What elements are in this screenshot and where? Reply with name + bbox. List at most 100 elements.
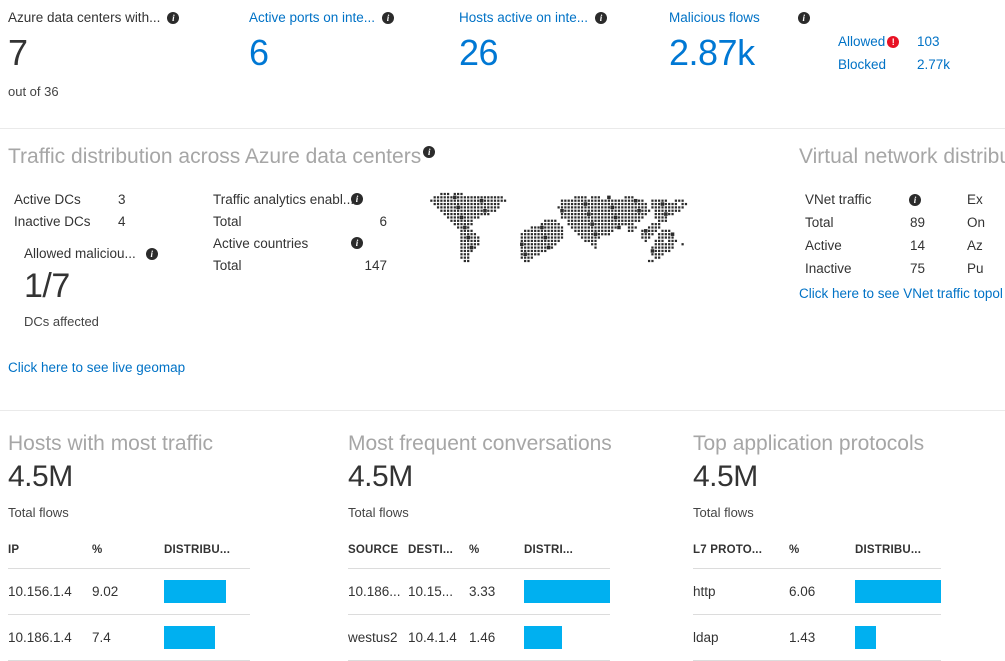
- column-header-source[interactable]: SOURCE: [348, 544, 408, 569]
- table-header-row: L7 PROTO... % DISTRIBU...: [693, 544, 941, 569]
- info-icon[interactable]: i: [595, 12, 607, 24]
- stat-key: VNet traffic: [805, 192, 891, 207]
- kpi-label: Hosts active on inte... i: [459, 10, 607, 25]
- breakdown-label: Allowed !: [838, 34, 904, 49]
- kpi-strip: Azure data centers with... i 7 out of 36…: [0, 0, 1005, 128]
- panel-title: Traffic distribution across Azure data c…: [8, 145, 435, 169]
- kpi-label-text: Azure data centers with...: [8, 10, 160, 25]
- column-header-distribution[interactable]: DISTRIBU...: [164, 544, 250, 569]
- stat-key: Inactive: [805, 261, 891, 276]
- panel-title: Hosts with most traffic: [8, 432, 250, 456]
- stat-value: 4: [118, 214, 164, 229]
- middle-section: Traffic distribution across Azure data c…: [0, 128, 1005, 410]
- kpi-azure-data-centers[interactable]: Azure data centers with... i 7 out of 36: [8, 10, 179, 99]
- info-icon[interactable]: i: [146, 248, 158, 260]
- live-geomap-link[interactable]: Click here to see live geomap: [8, 360, 185, 375]
- stat-key: Total: [213, 258, 341, 273]
- cell-protocol: http: [693, 569, 789, 615]
- table-row[interactable]: http 6.06: [693, 569, 941, 615]
- vnet-row-onpremises: On: [967, 211, 1005, 234]
- breakdown-row-allowed[interactable]: Allowed ! 103: [838, 30, 954, 53]
- distribution-bar: [164, 626, 215, 649]
- vnet-row-inactive: Inactive 75: [805, 257, 965, 280]
- stat-key: Total: [805, 215, 891, 230]
- cell-source: westus2: [348, 615, 408, 661]
- kpi-label: Malicious flows i: [669, 10, 810, 25]
- kpi-value: 2.87k: [669, 35, 810, 71]
- card-top-application-protocols: Top application protocols 4.5M Total flo…: [693, 432, 941, 661]
- cell-destination: 10.15...: [408, 569, 469, 615]
- column-header-ip[interactable]: IP: [8, 544, 92, 569]
- info-icon[interactable]: i: [351, 237, 363, 249]
- hosts-table: IP % DISTRIBU... 10.156.1.4 9.02 10.1: [8, 544, 250, 661]
- table-row[interactable]: ldap 1.43: [693, 615, 941, 661]
- kpi-value: 26: [459, 35, 607, 71]
- kpi-label-text: Malicious flows: [669, 10, 760, 25]
- kpi-active-ports[interactable]: Active ports on inte... i 6: [249, 10, 394, 71]
- info-icon[interactable]: i: [909, 194, 921, 206]
- cell-percent: 9.02: [92, 569, 164, 615]
- kpi-label: Azure data centers with... i: [8, 10, 179, 25]
- column-header-percent[interactable]: %: [92, 544, 164, 569]
- column-header-l7-protocol[interactable]: L7 PROTO...: [693, 544, 789, 569]
- column-header-percent[interactable]: %: [789, 544, 855, 569]
- vnet-topology-link[interactable]: Click here to see VNet traffic topol: [799, 286, 1003, 301]
- cell-protocol: ldap: [693, 615, 789, 661]
- table-row[interactable]: westus2 10.4.1.4 1.46: [348, 615, 610, 661]
- table-row[interactable]: 10.156.1.4 9.02: [8, 569, 250, 615]
- allowed-malicious-block: Allowed maliciou... i 1/7 DCs affected: [14, 246, 204, 329]
- cell-distribution: [524, 569, 610, 615]
- vnet-row-active: Active 14: [805, 234, 965, 257]
- stat-key: On: [967, 215, 1005, 230]
- info-icon[interactable]: i: [423, 146, 435, 158]
- info-icon[interactable]: i: [798, 12, 810, 24]
- cell-percent: 7.4: [92, 615, 164, 661]
- distribution-bar: [164, 580, 226, 603]
- alert-icon[interactable]: !: [887, 36, 899, 48]
- cell-percent: 1.46: [469, 615, 524, 661]
- kpi-hosts-active[interactable]: Hosts active on inte... i 26: [459, 10, 607, 71]
- breakdown-value: 2.77k: [904, 57, 954, 72]
- malicious-flow-breakdown: Allowed ! 103 Blocked 2.77k: [838, 30, 954, 76]
- column-header-percent[interactable]: %: [469, 544, 524, 569]
- allowed-malicious-value: 1/7: [24, 269, 204, 303]
- conversations-table: SOURCE DESTI... % DISTRI... 10.186... 10…: [348, 544, 610, 661]
- kpi-label-text: Active ports on inte...: [249, 10, 375, 25]
- column-header-distribution[interactable]: DISTRI...: [524, 544, 610, 569]
- table-row[interactable]: 10.186... 10.15... 3.33: [348, 569, 610, 615]
- stat-row-active-countries: Active countries i: [213, 232, 398, 254]
- panel-title: Virtual network distribu: [799, 145, 1005, 169]
- vnet-row-total: Total 89: [805, 211, 965, 234]
- panel-title: Top application protocols: [693, 432, 941, 456]
- panel-title: Most frequent conversations: [348, 432, 612, 456]
- column-header-distribution[interactable]: DISTRIBU...: [855, 544, 941, 569]
- stat-key: Active DCs: [14, 192, 118, 207]
- vnet-row-public: Pu: [967, 257, 1005, 280]
- stat-key: Inactive DCs: [14, 214, 118, 229]
- stat-row-countries-total: Total 147: [213, 254, 398, 276]
- stat-value: 75: [891, 261, 925, 276]
- breakdown-row-blocked[interactable]: Blocked 2.77k: [838, 53, 954, 76]
- stat-row-ta-enabled: Traffic analytics enabl... i: [213, 188, 398, 210]
- total-value: 4.5M: [348, 462, 612, 492]
- total-label: Total flows: [348, 505, 612, 520]
- info-icon[interactable]: i: [167, 12, 179, 24]
- column-header-destination[interactable]: DESTI...: [408, 544, 469, 569]
- stat-key: Ex: [967, 192, 1005, 207]
- breakdown-label-text: Blocked: [838, 57, 886, 72]
- total-label: Total flows: [693, 505, 941, 520]
- info-icon[interactable]: i: [382, 12, 394, 24]
- table-header-row: IP % DISTRIBU...: [8, 544, 250, 569]
- vnet-row-traffic: VNet traffic i: [805, 188, 965, 211]
- info-icon[interactable]: i: [351, 193, 363, 205]
- cell-distribution: [855, 569, 941, 615]
- stat-key: Pu: [967, 261, 1005, 276]
- distribution-bar: [855, 626, 876, 649]
- panel-title-text: Traffic distribution across Azure data c…: [8, 145, 421, 169]
- traffic-analytics-dashboard: Azure data centers with... i 7 out of 36…: [0, 0, 1005, 661]
- kpi-malicious-flows[interactable]: Malicious flows i 2.87k: [669, 10, 810, 71]
- total-label: Total flows: [8, 505, 250, 520]
- table-row[interactable]: 10.186.1.4 7.4: [8, 615, 250, 661]
- kpi-label: Active ports on inte... i: [249, 10, 394, 25]
- traffic-stats-right: Traffic analytics enabl... i Total 6 Act…: [213, 188, 398, 276]
